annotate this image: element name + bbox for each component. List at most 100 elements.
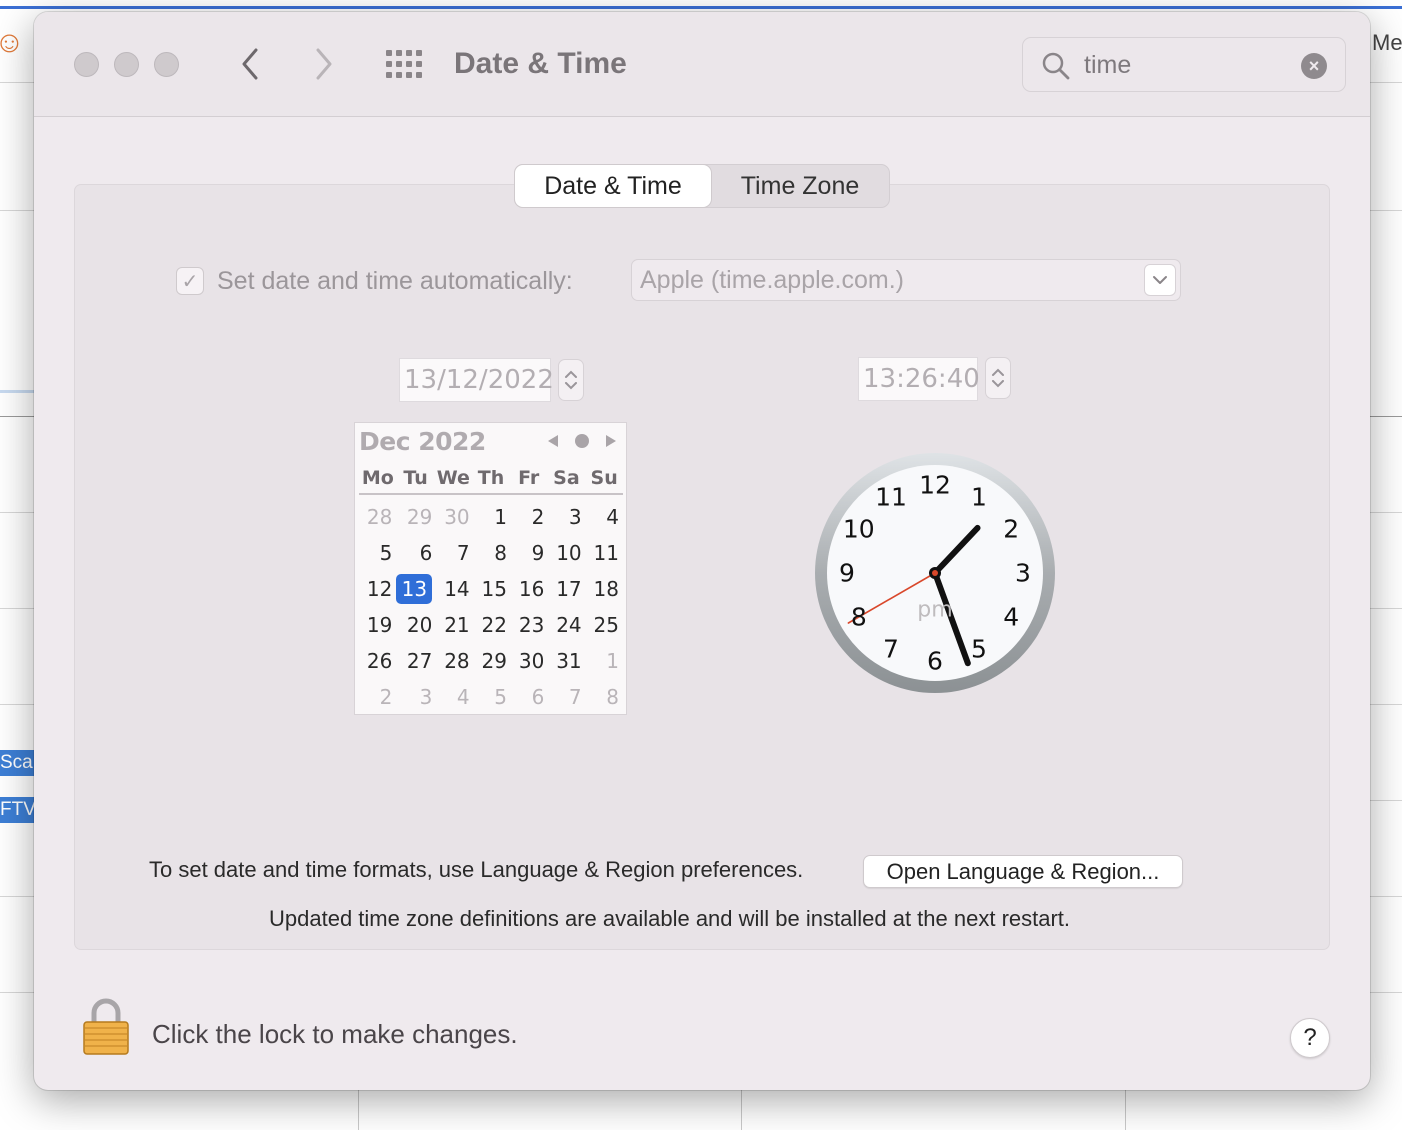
calendar-day[interactable]: 30 (436, 499, 473, 535)
calendar-day-label: 2 (531, 505, 545, 529)
calendar-day[interactable]: 8 (474, 535, 511, 571)
previous-month-icon[interactable] (545, 431, 561, 451)
help-button[interactable]: ? (1290, 1018, 1330, 1058)
calendar-day-label: 18 (593, 577, 619, 601)
background-grid-line (358, 1090, 359, 1130)
calendar-day[interactable]: 9 (511, 535, 548, 571)
calendar-day[interactable]: 14 (436, 571, 473, 607)
calendar-day[interactable]: 17 (548, 571, 585, 607)
calendar-day[interactable]: 4 (436, 679, 473, 715)
lock-icon[interactable] (82, 997, 130, 1055)
calendar-day[interactable]: 5 (359, 535, 396, 571)
calendar-day[interactable]: 8 (586, 679, 623, 715)
calendar-day-label: 8 (606, 685, 619, 709)
clock-number: 10 (842, 514, 875, 544)
stepper-up-icon (992, 368, 1004, 376)
minimize-window-button[interactable] (114, 52, 139, 77)
weekday-label: Tu (403, 467, 428, 489)
calendar-day[interactable]: 2 (511, 499, 548, 535)
calendar-day[interactable]: 2 (359, 679, 396, 715)
clock-period-label: pm (917, 597, 953, 623)
calendar-day[interactable]: 30 (511, 643, 548, 679)
calendar-day-label: 7 (456, 541, 470, 565)
search-input[interactable] (1084, 38, 1284, 93)
zoom-window-button[interactable] (154, 52, 179, 77)
calendar-day-label: 31 (556, 649, 582, 673)
date-field[interactable]: 13/12/2022 (399, 358, 554, 402)
calendar-day[interactable]: 3 (548, 499, 585, 535)
close-window-button[interactable] (74, 52, 99, 77)
calendar-day[interactable]: 28 (436, 643, 473, 679)
calendar-day-label: 15 (481, 577, 507, 601)
window-title: Date & Time (454, 47, 627, 80)
calendar-day[interactable]: 21 (436, 607, 473, 643)
calendar-day-label: 30 (518, 649, 545, 673)
calendar-day[interactable]: 10 (548, 535, 585, 571)
calendar-day-label: 5 (494, 685, 507, 709)
calendar-day[interactable]: 15 (474, 571, 511, 607)
calendar-day[interactable]: 29 (474, 643, 511, 679)
calendar-day[interactable]: 24 (548, 607, 585, 643)
background-menu-fragment: Me (1372, 30, 1402, 55)
background-event-tag[interactable]: FTV (0, 797, 34, 823)
calendar-day[interactable]: 27 (396, 643, 436, 679)
calendar-day[interactable]: 7 (548, 679, 585, 715)
calendar-day[interactable]: 12 (359, 571, 396, 607)
calendar-day[interactable]: 1 (586, 643, 623, 679)
next-month-icon[interactable] (603, 431, 619, 451)
calendar-day[interactable]: 23 (511, 607, 548, 643)
calendar-day-label: 6 (531, 685, 545, 709)
chevron-down-icon (1144, 264, 1176, 296)
calendar-day-label: 29 (481, 649, 507, 673)
calendar-day[interactable]: 28 (359, 499, 396, 535)
calendar-day[interactable]: 6 (396, 535, 436, 571)
calendar-day[interactable]: 29 (396, 499, 436, 535)
calendar-day[interactable]: 7 (436, 535, 473, 571)
calendar-day[interactable]: 16 (511, 571, 548, 607)
calendar-day-label: 20 (406, 613, 433, 637)
tab-bar: Date & Time Time Zone (514, 164, 890, 208)
weekday-label: We (436, 467, 470, 489)
chevron-right-icon (316, 48, 332, 80)
calendar-day[interactable]: 13 (396, 571, 436, 607)
auto-time-checkbox[interactable]: ✓ (176, 267, 204, 295)
calendar-day[interactable]: 25 (586, 607, 623, 643)
calendar-day-label: 6 (419, 541, 433, 565)
date-stepper[interactable] (558, 359, 584, 401)
today-dot-icon[interactable] (573, 431, 591, 451)
forward-button[interactable] (304, 42, 344, 86)
calendar-day[interactable]: 20 (396, 607, 436, 643)
calendar-day[interactable]: 5 (474, 679, 511, 715)
background-grid-line (1125, 1090, 1126, 1130)
calendar-day[interactable]: 4 (586, 499, 623, 535)
clock-number: 12 (919, 470, 951, 500)
time-stepper[interactable] (985, 357, 1011, 399)
show-all-grid-icon[interactable] (386, 50, 424, 80)
calendar-day[interactable]: 22 (474, 607, 511, 643)
tab-date-time[interactable]: Date & Time (515, 165, 711, 207)
calendar-day[interactable]: 3 (396, 679, 436, 715)
calendar-day-label: 13 (396, 574, 433, 604)
calendar-day[interactable]: 18 (586, 571, 623, 607)
weekday-label: Sa (553, 467, 580, 489)
background-grid-line (1370, 896, 1402, 897)
clear-search-icon[interactable]: × (1301, 53, 1327, 79)
calendar-day[interactable]: 26 (359, 643, 396, 679)
calendar-day[interactable]: 31 (548, 643, 585, 679)
calendar-day[interactable]: 1 (474, 499, 511, 535)
background-grid-line (0, 704, 34, 705)
calendar-day-label: 2 (379, 685, 393, 709)
background-event-tag[interactable]: Scal (0, 750, 34, 776)
calendar-day-label: 5 (379, 541, 393, 565)
time-server-select[interactable]: Apple (time.apple.com.) (631, 259, 1181, 301)
search-field[interactable]: × (1022, 37, 1346, 93)
auto-time-row: ✓ Set date and time automatically: (176, 263, 573, 299)
open-language-region-button[interactable]: Open Language & Region... (863, 855, 1183, 888)
calendar-day[interactable]: 11 (586, 535, 623, 571)
calendar-day[interactable]: 19 (359, 607, 396, 643)
tab-time-zone[interactable]: Time Zone (711, 165, 889, 207)
time-field[interactable]: 13:26:40 (858, 357, 980, 401)
calendar-day-label: 7 (568, 685, 582, 709)
back-button[interactable] (230, 42, 270, 86)
calendar-day[interactable]: 6 (511, 679, 548, 715)
